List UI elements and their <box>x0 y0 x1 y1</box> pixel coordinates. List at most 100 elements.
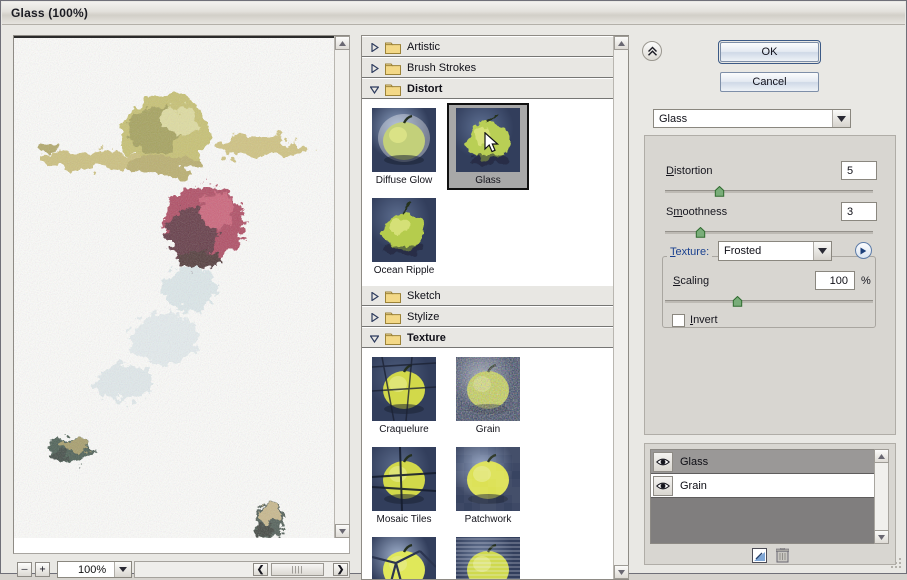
folder-icon <box>385 42 401 54</box>
effect-layer-row[interactable]: Grain <box>651 474 877 498</box>
filter-thumbnail-grain[interactable]: Grain <box>447 352 529 439</box>
slider-knob-icon <box>695 226 705 238</box>
filter-label: Mosaic Tiles <box>376 514 432 525</box>
chevron-down-icon <box>370 335 379 343</box>
distortion-slider[interactable] <box>665 185 873 197</box>
layer-visibility-toggle[interactable] <box>653 451 673 472</box>
slider-knob-icon <box>715 185 725 197</box>
filter-thumbnail-stained-glass[interactable]: Stained Glass <box>363 532 445 579</box>
effect-layer-row[interactable]: Glass <box>651 450 877 474</box>
distortion-slider-knob[interactable] <box>714 185 725 197</box>
layer-visibility-toggle[interactable] <box>653 475 673 496</box>
zoom-dropdown-arrow[interactable] <box>114 562 131 577</box>
filter-preview-image <box>372 108 436 172</box>
preview-horizontal-scrollbar[interactable]: ❮ |||| ❯ <box>134 561 350 578</box>
filter-name-select[interactable]: Glass <box>653 109 851 128</box>
texture-value: Frosted <box>724 245 762 257</box>
filter-category-brush-strokes[interactable]: Brush Strokes <box>362 57 613 78</box>
filter-category-label: Distort <box>407 83 443 95</box>
scaling-slider-knob[interactable] <box>732 295 743 307</box>
smoothness-value-input[interactable]: 3 <box>841 202 877 221</box>
collapse-panel-button[interactable] <box>642 41 662 61</box>
filter-category-label: Artistic <box>407 41 440 53</box>
filter-category-label: Stylize <box>407 311 440 323</box>
effect-layer-scrollbar[interactable] <box>874 449 889 544</box>
gallery-scroll-up-button[interactable] <box>614 36 629 50</box>
filter-label: Patchwork <box>464 514 512 525</box>
scaling-slider[interactable] <box>665 295 873 307</box>
scroll-up-icon <box>339 40 346 46</box>
scaling-value-input[interactable]: 100 <box>815 271 855 290</box>
cancel-button[interactable]: Cancel <box>720 72 819 92</box>
effect-layers-panel: Glass Grain <box>644 443 896 565</box>
filter-category-texture[interactable]: Texture <box>362 327 613 348</box>
smoothness-slider-knob[interactable] <box>695 226 706 238</box>
horizontal-scroll-thumb[interactable]: |||| <box>271 563 324 576</box>
chevron-down-icon <box>119 567 127 572</box>
folder-icon <box>385 333 401 345</box>
new-effect-layer-button[interactable] <box>751 548 767 566</box>
preview-vertical-scrollbar[interactable] <box>334 36 350 538</box>
effect-layer-list[interactable]: Glass Grain <box>650 449 878 544</box>
delete-layer-button[interactable] <box>775 547 789 566</box>
texture-options-button[interactable] <box>855 242 872 259</box>
filter-thumbnail-mosaic-tiles[interactable]: Mosaic Tiles <box>363 442 445 529</box>
filter-preview-image <box>456 357 520 421</box>
chevron-down-icon <box>837 115 846 122</box>
layer-scroll-down-button[interactable] <box>874 530 889 544</box>
scroll-left-button[interactable]: ❮ <box>253 563 268 576</box>
preview-artwork <box>14 38 334 538</box>
filter-thumbnail-patchwork[interactable]: Patchwork <box>447 442 529 529</box>
filter-thumbnail-glass[interactable]: Glass <box>447 103 529 190</box>
gallery-scrollbar[interactable] <box>613 36 629 579</box>
title-bar: Glass (100%) <box>2 2 905 25</box>
scroll-right-button[interactable]: ❯ <box>333 563 348 576</box>
filter-name-dropdown-arrow[interactable] <box>832 110 850 127</box>
folder-icon <box>385 63 401 75</box>
texture-select[interactable]: Frosted <box>718 241 832 261</box>
chevron-right-icon <box>371 43 379 52</box>
zoom-out-button[interactable]: – <box>17 562 32 577</box>
gallery-scroll-down-button[interactable] <box>614 565 629 579</box>
preview-image[interactable] <box>14 36 334 538</box>
zoom-in-button[interactable]: + <box>35 562 50 577</box>
filter-label: Craquelure <box>379 424 429 435</box>
filter-thumbnail-diffuse-glow[interactable]: Diffuse Glow <box>363 103 445 190</box>
filter-gallery-list: Artistic Brush Strokes Distort Diffuse Glo… <box>361 35 629 580</box>
distortion-value-input[interactable]: 5 <box>841 161 877 180</box>
filter-thumbnail-grid: Diffuse Glow Glass Ocean Ripple <box>362 99 613 285</box>
invert-checkbox[interactable] <box>672 314 685 327</box>
smoothness-slider[interactable] <box>665 226 873 238</box>
settings-panel: OK Cancel Glass Distortion 5 Smoothness … <box>638 35 896 580</box>
smoothness-label: Smoothness <box>666 206 728 218</box>
filter-category-container: Artistic Brush Strokes Distort Diffuse Glo… <box>362 36 613 579</box>
filter-thumbnail-craquelure[interactable]: Craquelure <box>363 352 445 439</box>
trash-icon <box>775 547 789 563</box>
preview-panel <box>13 35 350 554</box>
zoom-level-select[interactable]: 100% <box>57 561 132 578</box>
chevron-right-icon <box>371 313 379 322</box>
preview-scroll-down-button[interactable] <box>335 524 350 538</box>
filter-thumbnail-ocean-ripple[interactable]: Ocean Ripple <box>363 193 445 280</box>
filter-category-distort[interactable]: Distort <box>362 78 613 99</box>
filter-category-artistic[interactable]: Artistic <box>362 36 613 57</box>
eye-icon <box>656 458 670 465</box>
preview-scroll-up-button[interactable] <box>335 36 350 50</box>
resize-grip[interactable] <box>890 557 902 569</box>
folder-icon <box>385 291 401 303</box>
layer-scroll-up-button[interactable] <box>874 449 889 463</box>
ok-button[interactable]: OK <box>718 40 821 64</box>
filter-category-stylize[interactable]: Stylize <box>362 306 613 327</box>
filter-preview-image <box>372 447 436 511</box>
folder-icon <box>385 84 401 96</box>
filter-label: Diffuse Glow <box>375 175 433 186</box>
eye-icon <box>656 482 670 489</box>
chevron-down-icon <box>818 248 827 254</box>
scroll-up-icon <box>878 453 885 459</box>
effect-layer-name: Glass <box>680 455 709 468</box>
texture-dropdown-arrow[interactable] <box>813 242 831 260</box>
zoom-toolbar: – + 100% ❮ |||| ❯ <box>13 560 350 580</box>
filter-thumbnail-texturizer[interactable]: Texturizer <box>447 532 529 579</box>
filter-category-sketch[interactable]: Sketch <box>362 285 613 306</box>
scroll-down-icon <box>878 534 885 540</box>
